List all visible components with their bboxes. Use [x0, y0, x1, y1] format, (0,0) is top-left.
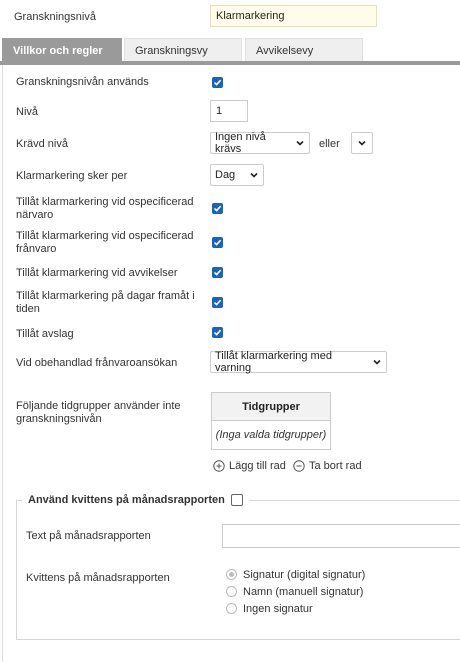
level-name-field[interactable]: Klarmarkering [210, 5, 377, 27]
required-level-label: Krävd nivå [16, 138, 68, 150]
check-icon [213, 269, 222, 276]
receipt-fieldset [16, 500, 460, 640]
groups-table-empty: (Inga valda tidgrupper) [215, 429, 327, 441]
check-icon [213, 239, 222, 246]
groups-table: Tidgrupper (Inga valda tidgrupper) [211, 392, 331, 450]
groups-table-header: Tidgrupper [212, 393, 330, 421]
remove-row-label: Ta bort rad [309, 460, 362, 472]
per-select[interactable]: Dag [210, 164, 264, 186]
receipt-legend: Använd kvittens på månadsrapporten [22, 493, 249, 507]
signature-digital-label: Signatur (digital signatur) [243, 569, 366, 581]
unspec-present-checkbox[interactable] [212, 203, 223, 214]
receipt-text-field[interactable] [222, 524, 460, 548]
future-label: Tillåt klarmarkering på dagar framåt i t… [16, 290, 195, 315]
tab-deviation-view[interactable]: Avvikelsevy [245, 38, 363, 62]
level-number-label: Nivå [16, 106, 39, 118]
tab-label: Granskningsvy [135, 44, 208, 57]
tab-conditions[interactable]: Villkor och regler [2, 38, 122, 62]
add-row-button[interactable]: Lägg till rad [213, 460, 286, 472]
unspec-absent-checkbox[interactable] [212, 237, 223, 248]
signature-none-label: Ingen signatur [243, 603, 313, 615]
receipt-type-label: Kvittens på månadsrapporten [26, 572, 170, 584]
deviations-label: Tillåt klarmarkering vid avvikelser [16, 267, 178, 279]
minus-circle-icon [293, 460, 305, 472]
level-number-value: 1 [216, 105, 223, 117]
check-icon [213, 205, 222, 212]
or-level-select[interactable] [351, 132, 373, 154]
future-checkbox[interactable] [212, 297, 223, 308]
tab-review-view[interactable]: Granskningsvy [124, 38, 242, 62]
deviations-checkbox[interactable] [212, 267, 223, 278]
tab-label: Avvikelsevy [256, 44, 314, 57]
plus-circle-icon [213, 460, 225, 472]
chevron-down-icon [250, 172, 258, 178]
chevron-down-icon [358, 140, 366, 146]
unhandled-select[interactable]: Tillåt klarmarkering med varning [210, 350, 387, 374]
level-number-field[interactable]: 1 [210, 100, 248, 122]
level-name-value: Klarmarkering [216, 10, 285, 22]
check-icon [213, 79, 222, 86]
reject-label: Tillåt avslag [16, 328, 74, 340]
unspec-absent-label: Tillåt klarmarkering vid ospecificerad f… [16, 230, 194, 255]
per-label: Klarmarkering sker per [16, 170, 128, 182]
required-level-select[interactable]: Ingen nivå krävs [210, 131, 310, 155]
signature-digital-radio[interactable] [226, 569, 237, 580]
reject-checkbox[interactable] [212, 327, 223, 338]
check-icon [213, 299, 222, 306]
receipt-text-label: Text på månadsrapporten [26, 530, 151, 542]
per-value: Dag [215, 169, 236, 181]
groups-label: Följande tidgrupper använder inte gransk… [16, 400, 181, 425]
required-level-value: Ingen nivå krävs [215, 131, 266, 155]
add-row-label: Lägg till rad [229, 460, 286, 472]
tab-label: Villkor och regler [13, 44, 103, 57]
signature-manual-radio[interactable] [226, 586, 237, 597]
level-name-label: Granskningsnivå [14, 11, 96, 23]
receipt-title: Använd kvittens på månadsrapporten [28, 494, 225, 506]
signature-none-radio[interactable] [226, 603, 237, 614]
used-label: Granskningsnivån används [16, 76, 149, 88]
signature-manual-label: Namn (manuell signatur) [243, 586, 364, 598]
used-checkbox[interactable] [212, 77, 223, 88]
check-icon [213, 329, 222, 336]
unhandled-label: Vid obehandlad frånvaroansökan [16, 357, 178, 369]
or-label: eller [319, 138, 340, 150]
receipt-checkbox[interactable] [230, 494, 243, 506]
chevron-down-icon [373, 359, 381, 365]
remove-row-button[interactable]: Ta bort rad [293, 460, 362, 472]
chevron-down-icon [296, 140, 304, 146]
unspec-present-label: Tillåt klarmarkering vid ospecificerad n… [16, 196, 194, 221]
unhandled-value: Tillåt klarmarkering med varning [215, 350, 332, 374]
